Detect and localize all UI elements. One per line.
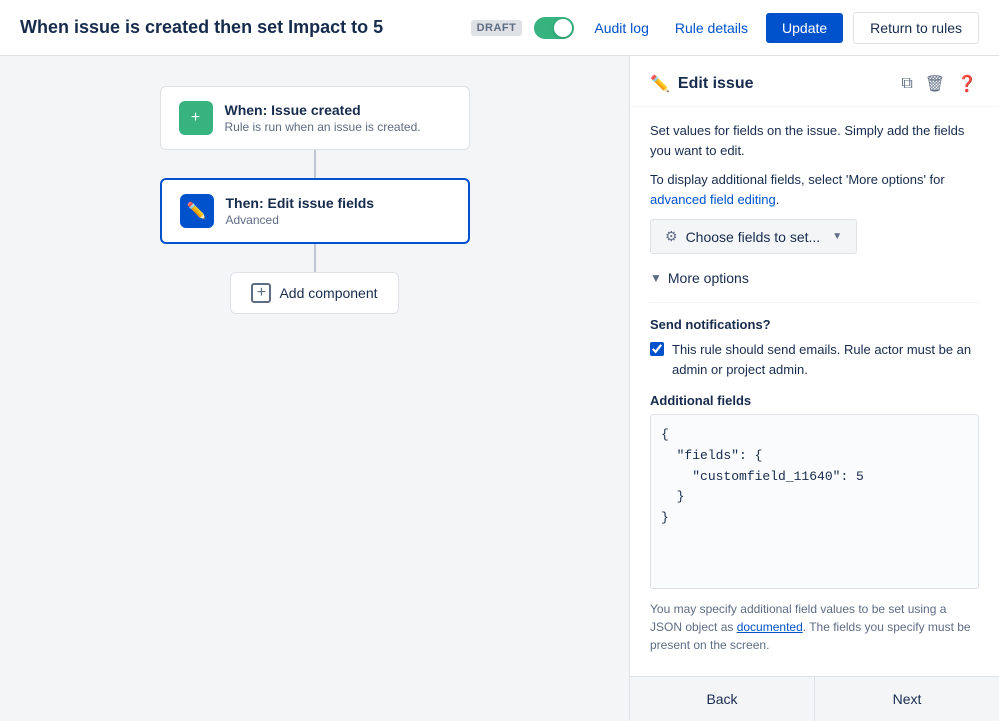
top-bar-actions: Audit log Rule details Update Return to … [586, 12, 979, 44]
send-notifications-checkbox[interactable] [650, 342, 664, 356]
description-1: Set values for fields on the issue. Simp… [650, 121, 979, 160]
audit-log-button[interactable]: Audit log [586, 16, 656, 40]
trigger-node-content: When: Issue created Rule is run when an … [225, 102, 421, 134]
gear-icon: ⚙ [665, 228, 678, 245]
left-panel: + When: Issue created Rule is run when a… [0, 56, 629, 721]
action-node-title: Then: Edit issue fields [226, 195, 375, 211]
additional-fields-textarea[interactable] [650, 414, 979, 589]
description-2-suffix: . [776, 192, 780, 207]
next-button[interactable]: Next [814, 677, 999, 721]
description-2: To display additional fields, select 'Mo… [650, 170, 979, 209]
connector-line-1 [314, 150, 316, 178]
rule-toggle[interactable] [534, 17, 574, 39]
choose-fields-button[interactable]: ⚙ Choose fields to set... ▼ [650, 219, 857, 254]
action-node-subtitle: Advanced [226, 213, 375, 227]
more-options-label: More options [668, 270, 749, 286]
draft-badge: DRAFT [471, 20, 523, 36]
add-component-label: Add component [279, 285, 377, 301]
panel-body: Set values for fields on the issue. Simp… [630, 107, 999, 676]
action-node-icon: ✏️ [180, 194, 214, 228]
send-notifications-row: This rule should send emails. Rule actor… [650, 340, 979, 379]
update-button[interactable]: Update [766, 13, 843, 43]
connector-line-2 [314, 244, 316, 272]
page-title: When issue is created then set Impact to… [20, 17, 459, 38]
add-component-button[interactable]: + Add component [230, 272, 398, 314]
delete-button[interactable]: 🗑 [923, 72, 947, 96]
panel-actions: ⧉ 🗑 ❓ [899, 72, 979, 96]
advanced-field-editing-link[interactable]: advanced field editing [650, 192, 776, 207]
panel-header: ✏️ Edit issue ⧉ 🗑 ❓ [630, 56, 999, 107]
documented-link[interactable]: documented [737, 620, 803, 634]
main-content: + When: Issue created Rule is run when a… [0, 56, 999, 721]
right-panel: ✏️ Edit issue ⧉ 🗑 ❓ Set values for field… [629, 56, 999, 721]
action-node-content: Then: Edit issue fields Advanced [226, 195, 375, 227]
additional-fields-label: Additional fields [650, 393, 979, 408]
top-bar: When issue is created then set Impact to… [0, 0, 999, 56]
trigger-node-title: When: Issue created [225, 102, 421, 118]
help-button[interactable]: ❓ [955, 72, 979, 96]
more-options-chevron-icon: ▼ [650, 271, 662, 285]
description-2-prefix: To display additional fields, select 'Mo… [650, 172, 945, 187]
return-to-rules-button[interactable]: Return to rules [853, 12, 979, 44]
send-notifications-checkbox-label: This rule should send emails. Rule actor… [672, 340, 979, 379]
duplicate-button[interactable]: ⧉ [899, 72, 914, 96]
chevron-down-icon: ▼ [832, 231, 842, 242]
send-notifications-label: Send notifications? [650, 317, 979, 332]
add-icon: + [251, 283, 271, 303]
panel-title: Edit issue [678, 75, 891, 93]
panel-footer: Back Next [630, 676, 999, 721]
trigger-node-icon: + [179, 101, 213, 135]
choose-fields-label: Choose fields to set... [686, 229, 821, 245]
action-node[interactable]: ✏️ Then: Edit issue fields Advanced [160, 178, 470, 244]
trigger-node[interactable]: + When: Issue created Rule is run when a… [160, 86, 470, 150]
section-divider [650, 302, 979, 303]
rule-details-button[interactable]: Rule details [667, 16, 756, 40]
trigger-node-subtitle: Rule is run when an issue is created. [225, 120, 421, 134]
more-options-row[interactable]: ▼ More options [650, 270, 979, 286]
footer-note: You may specify additional field values … [650, 600, 979, 654]
panel-edit-icon: ✏️ [650, 74, 670, 94]
back-button[interactable]: Back [630, 677, 814, 721]
